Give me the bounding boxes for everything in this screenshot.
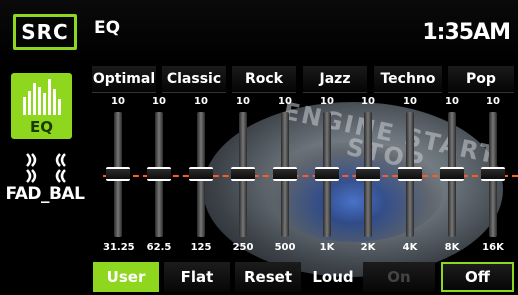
band-slider-knob[interactable] — [356, 167, 380, 181]
preset-techno[interactable]: Techno — [374, 66, 442, 93]
band-frequency-label: 16K — [482, 242, 504, 253]
preset-pop[interactable]: Pop — [448, 66, 514, 93]
band-top-value: 10 — [361, 96, 375, 107]
band-frequency-label: 1K — [319, 242, 335, 253]
equalizer-bars-icon — [23, 79, 61, 115]
page-title: EQ — [94, 18, 121, 38]
band-slider-knob[interactable] — [481, 167, 505, 181]
loud-on-button[interactable]: On — [363, 262, 435, 292]
band-frequency-label: 2K — [360, 242, 376, 253]
band-frequency-label: 31.25 — [103, 242, 135, 253]
band-frequency-label: 500 — [274, 242, 296, 253]
sidebar: EQ FAD_BAL — [0, 62, 88, 295]
band-frequency-label: 4K — [402, 242, 418, 253]
band-slider-knob[interactable] — [398, 167, 422, 181]
speakers-icon — [26, 153, 66, 183]
band-frequency-label: 62.5 — [146, 242, 172, 253]
band-top-value: 10 — [111, 96, 125, 107]
sidebar-item-eq[interactable]: EQ — [11, 73, 72, 139]
band-top-value: 10 — [278, 96, 292, 107]
band-top-value: 10 — [236, 96, 250, 107]
band-slider-knob[interactable] — [106, 167, 130, 181]
preset-jazz[interactable]: Jazz — [303, 66, 367, 93]
clock: 1:35AM — [422, 20, 511, 45]
sidebar-item-fadbal-label: FAD_BAL — [5, 184, 85, 204]
loud-off-button[interactable]: Off — [441, 262, 514, 292]
user-button[interactable]: User — [93, 262, 159, 292]
band-slider-knob[interactable] — [273, 167, 297, 181]
band-top-value: 10 — [445, 96, 459, 107]
band-slider-knob[interactable] — [315, 167, 339, 181]
src-button[interactable]: SRC — [13, 14, 77, 50]
band-top-value: 10 — [403, 96, 417, 107]
band-slider-knob[interactable] — [189, 167, 213, 181]
band-frequency-label: 8K — [444, 242, 460, 253]
band-top-value: 10 — [486, 96, 500, 107]
preset-classic[interactable]: Classic — [162, 66, 226, 93]
preset-rock[interactable]: Rock — [232, 66, 296, 93]
band-slider-knob[interactable] — [147, 167, 171, 181]
top-bar: SRC EQ 1:35AM — [0, 0, 518, 62]
band-top-value: 10 — [320, 96, 334, 107]
band-top-value: 10 — [194, 96, 208, 107]
sidebar-item-fadbal[interactable]: FAD_BAL — [5, 152, 85, 212]
reset-button[interactable]: Reset — [235, 262, 301, 292]
band-slider-knob[interactable] — [440, 167, 464, 181]
preset-optimal[interactable]: Optimal — [92, 66, 156, 93]
band-frequency-label: 125 — [190, 242, 212, 253]
band-slider-knob[interactable] — [231, 167, 255, 181]
band-frequency-label: 250 — [232, 242, 254, 253]
band-top-value: 10 — [152, 96, 166, 107]
flat-button[interactable]: Flat — [164, 262, 230, 292]
eq-panel: ENGINE START STOP Optimal Classic Rock J… — [88, 62, 518, 295]
sidebar-item-eq-label: EQ — [30, 118, 53, 136]
loud-label: Loud — [312, 268, 354, 286]
